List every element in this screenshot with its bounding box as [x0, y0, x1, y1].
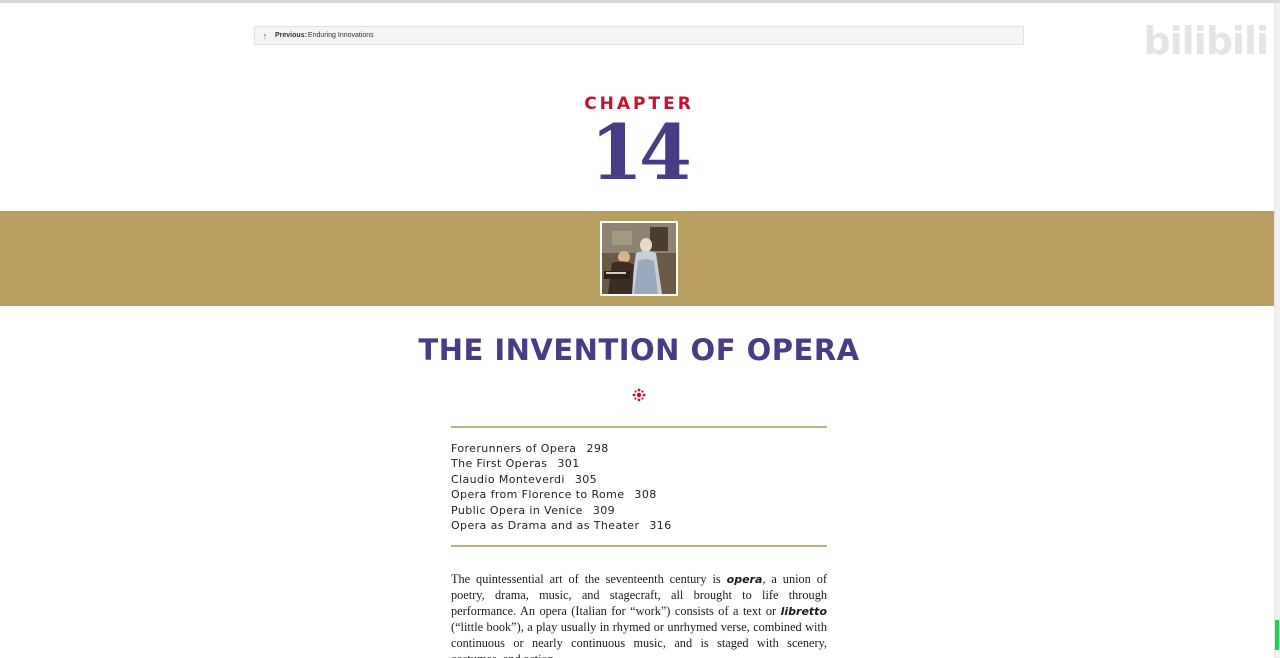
intro-text: (“little book”), a play usually in rhyme… — [451, 619, 827, 658]
chapter-title: THE INVENTION OF OPERA — [418, 333, 860, 367]
term-libretto: libretto — [780, 604, 827, 618]
toc-item-title: Public Opera in Venice — [451, 503, 583, 517]
toc-item-page: 309 — [592, 503, 616, 517]
toc-item-page: 301 — [557, 457, 580, 471]
toc-item[interactable]: Opera from Florence to Rome 308 — [451, 487, 827, 502]
toc-item[interactable]: Forerunners of Opera 298 — [451, 441, 827, 456]
chapter-contents: Forerunners of Opera 298 The First Operas… — [451, 441, 827, 533]
scrollbar-thumb[interactable] — [1275, 620, 1279, 650]
chapter-number: 14 — [590, 108, 692, 197]
previous-label: Previous: — [275, 32, 307, 39]
watermark: bilibili — [938, 18, 1269, 64]
term-opera: opera — [726, 573, 763, 586]
intro-paragraph: The quintessential art of the seventeent… — [451, 572, 827, 658]
intro-text: The quintessential art of the seventeent… — [451, 572, 727, 586]
toc-item-page: 308 — [634, 488, 657, 502]
divider-top — [451, 426, 827, 428]
painting-image — [602, 223, 676, 294]
toc-item-title: Claudio Monteverdi — [451, 472, 565, 486]
toc-item-title: Opera as Drama and as Theater — [451, 518, 640, 532]
ornament-icon — [632, 388, 646, 402]
top-border — [0, 0, 1280, 3]
toc-item[interactable]: The First Operas 301 — [451, 456, 827, 471]
toc-item-title: Forerunners of Opera — [451, 442, 577, 455]
watermark-logo: bilibili — [1143, 19, 1269, 63]
previous-title: Enduring Innovations — [307, 32, 374, 39]
toc-item[interactable]: Public Opera in Venice 309 — [451, 503, 827, 518]
toc-item[interactable]: Opera as Drama and as Theater 316 — [451, 518, 827, 533]
toc-item-page: 298 — [586, 442, 609, 455]
chapter-illustration — [600, 221, 678, 296]
arrow-up-icon: ↑ — [262, 30, 268, 41]
scrollbar[interactable] — [1274, 3, 1280, 658]
toc-item-title: Opera from Florence to Rome — [451, 488, 625, 502]
divider-bottom — [451, 545, 827, 547]
toc-item-page: 316 — [649, 518, 672, 532]
previous-chapter-link[interactable]: ↑ Previous: Enduring Innovations — [254, 26, 1024, 45]
toc-item-page: 305 — [574, 472, 598, 486]
toc-item[interactable]: Claudio Monteverdi 305 — [451, 472, 827, 487]
toc-item-title: The First Operas — [451, 457, 548, 471]
